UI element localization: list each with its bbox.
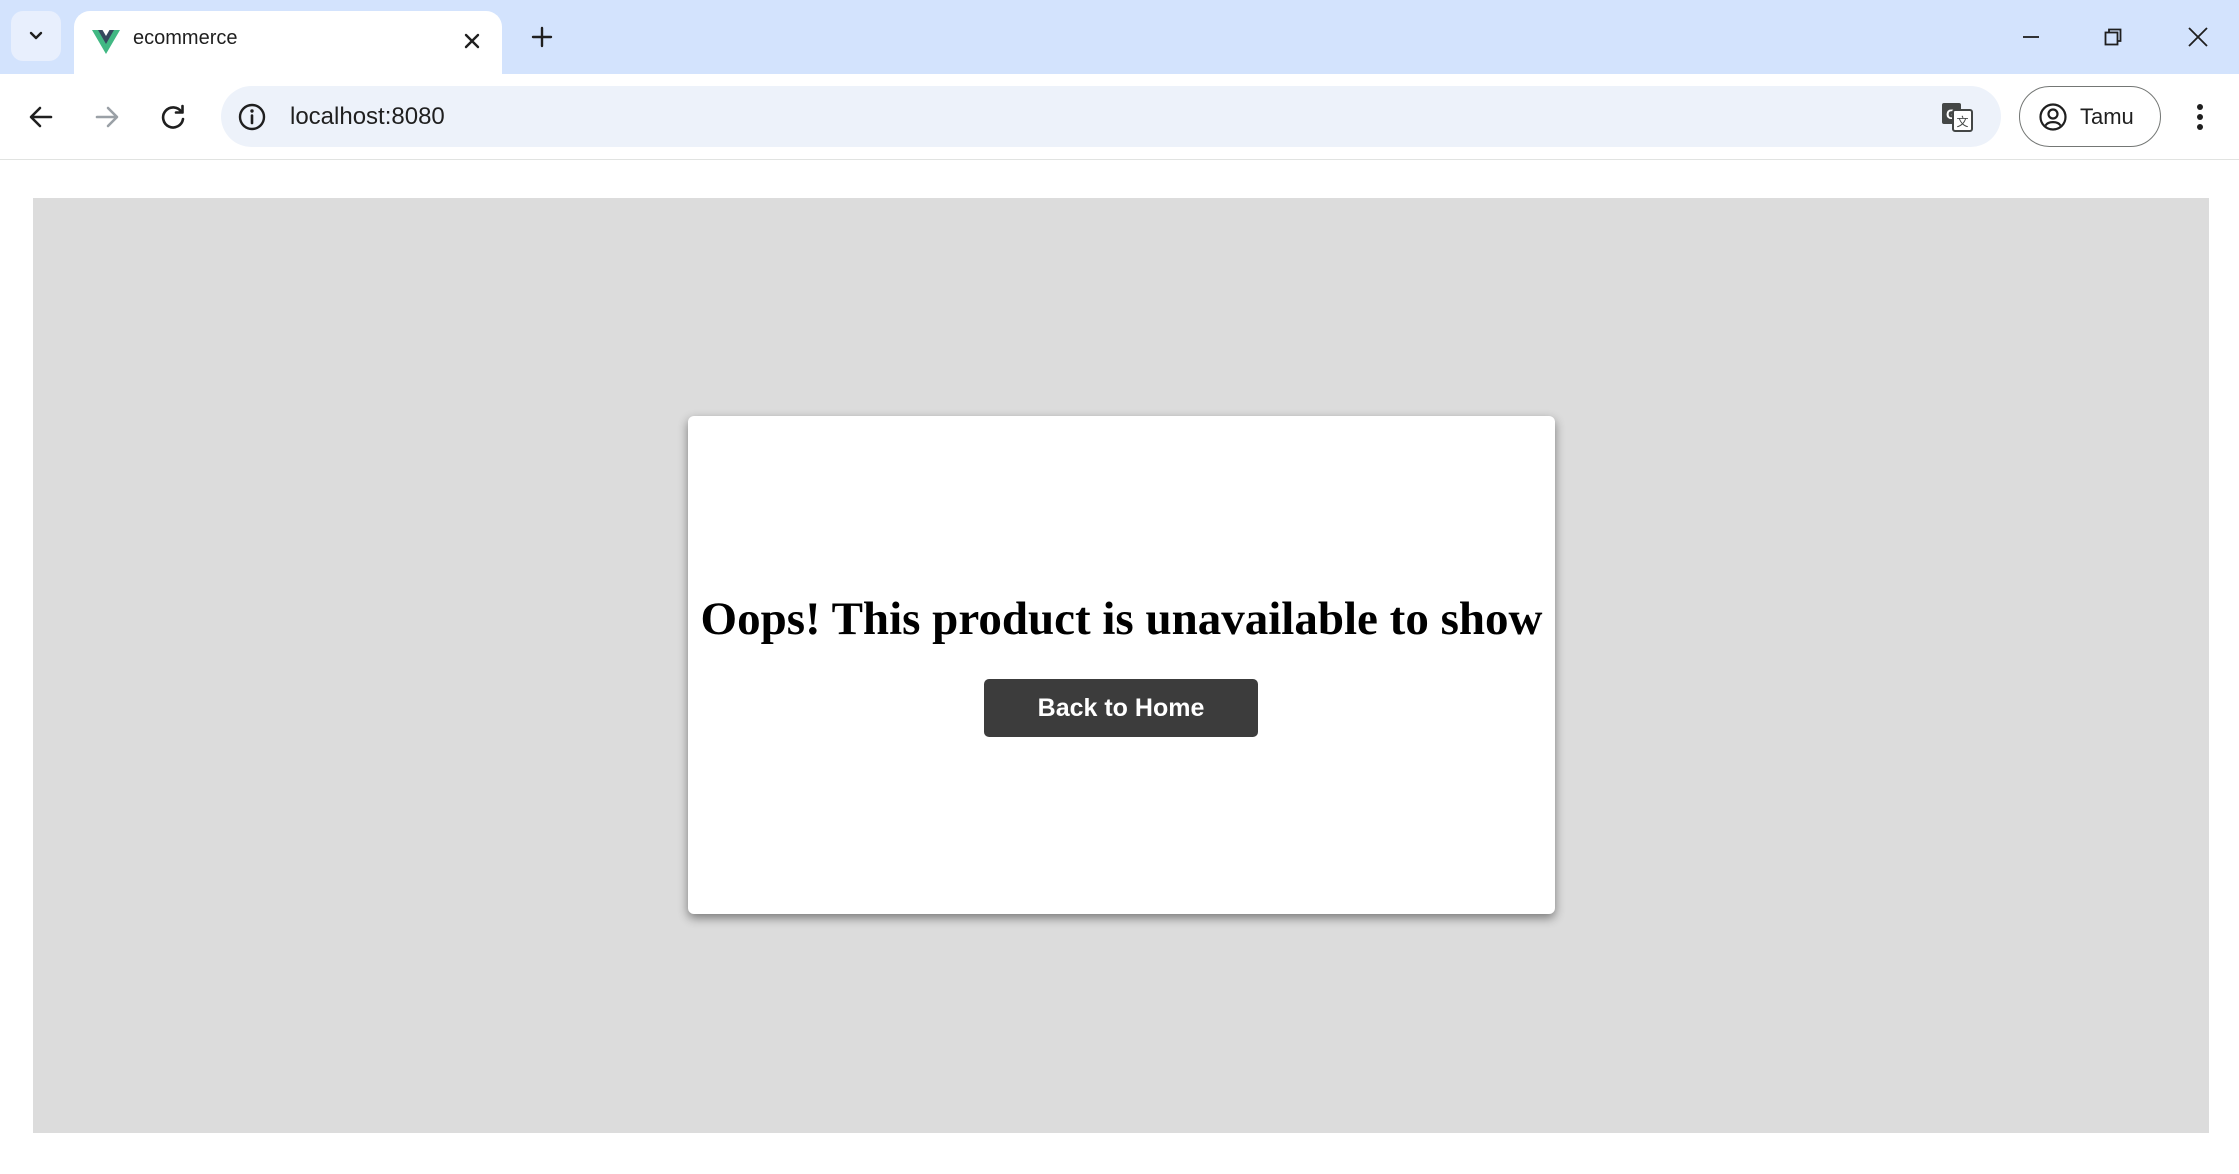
minimize-button[interactable] xyxy=(2003,10,2059,64)
restore-button[interactable] xyxy=(2085,10,2141,64)
forward-button[interactable] xyxy=(84,94,130,140)
more-vertical-icon xyxy=(2197,104,2203,130)
reload-button[interactable] xyxy=(150,94,196,140)
tab-close-button[interactable] xyxy=(454,23,490,59)
plus-icon xyxy=(531,26,553,48)
back-button[interactable] xyxy=(18,94,64,140)
tab-title: ecommerce xyxy=(133,27,238,49)
new-tab-button[interactable] xyxy=(520,15,564,59)
profile-button[interactable]: Tamu xyxy=(2019,86,2161,147)
arrow-right-icon xyxy=(95,106,119,128)
address-bar[interactable]: localhost:8080 G 文 xyxy=(221,86,2001,147)
back-to-home-button[interactable]: Back to Home xyxy=(984,679,1258,737)
vue-logo-icon xyxy=(92,30,120,54)
reload-icon xyxy=(161,104,185,129)
restore-icon xyxy=(2104,28,2122,46)
tab-ecommerce[interactable]: ecommerce xyxy=(74,11,502,74)
page-viewport: Oops! This product is unavailable to sho… xyxy=(0,161,2239,1174)
svg-text:文: 文 xyxy=(1956,114,1968,129)
arrow-left-icon xyxy=(29,106,53,128)
close-window-button[interactable] xyxy=(2170,10,2226,64)
translate-icon: G 文 xyxy=(1942,103,1973,132)
url-text[interactable]: localhost:8080 xyxy=(290,103,445,131)
unavailable-message: Oops! This product is unavailable to sho… xyxy=(700,593,1543,645)
site-info-button[interactable] xyxy=(233,98,271,136)
browser-menu-button[interactable] xyxy=(2180,94,2220,140)
chevron-down-icon xyxy=(29,31,43,40)
tab-strip: ecommerce xyxy=(0,0,2239,74)
unavailable-card: Oops! This product is unavailable to sho… xyxy=(688,416,1555,914)
profile-name: Tamu xyxy=(2080,103,2134,129)
info-icon xyxy=(238,103,266,131)
tab-search-button[interactable] xyxy=(11,11,61,61)
minimize-icon xyxy=(2023,36,2039,38)
translate-button[interactable]: G 文 xyxy=(1939,99,1975,135)
page-background: Oops! This product is unavailable to sho… xyxy=(33,198,2209,1133)
browser-toolbar: localhost:8080 G 文 Tamu xyxy=(0,74,2239,160)
close-icon xyxy=(2188,27,2208,47)
account-icon xyxy=(2039,102,2067,131)
close-icon xyxy=(464,33,480,49)
